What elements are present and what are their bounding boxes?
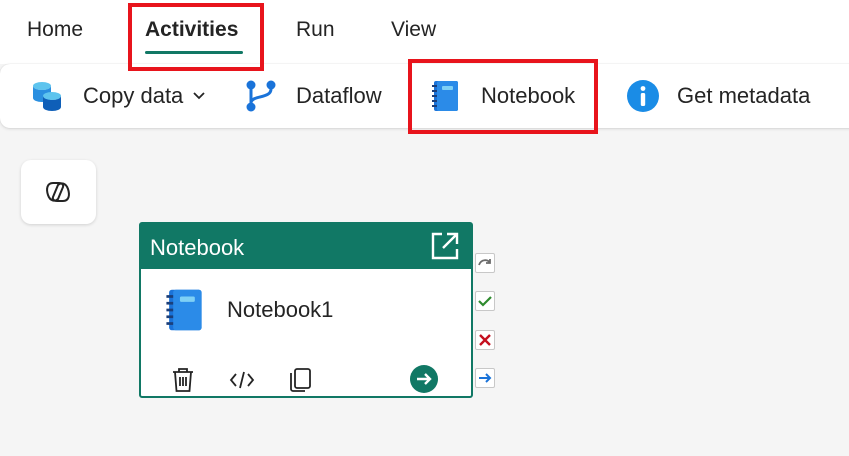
notebook-highlight-box (408, 59, 598, 134)
success-check-icon (478, 296, 492, 307)
copy-icon[interactable] (286, 366, 314, 394)
chevron-down-icon[interactable] (191, 88, 207, 104)
database-icon (33, 82, 61, 111)
dataflow-branch-icon (246, 80, 276, 112)
fail-x-icon (479, 334, 491, 346)
tab-home[interactable]: Home (27, 18, 83, 42)
dataflow-button[interactable]: Dataflow (244, 64, 382, 128)
card-title: Notebook (150, 235, 245, 260)
get-metadata-label: Get metadata (677, 83, 811, 108)
skip-port[interactable] (475, 253, 495, 273)
success-port[interactable] (475, 291, 495, 311)
skip-icon (478, 259, 491, 266)
open-external-icon[interactable] (429, 230, 461, 262)
dataflow-label: Dataflow (296, 83, 382, 108)
info-icon (627, 80, 659, 112)
copilot-button[interactable] (21, 160, 96, 224)
tab-view[interactable]: View (391, 18, 436, 42)
completion-port[interactable] (475, 368, 495, 388)
notebook-activity-card[interactable]: Notebook Notebook1 (139, 222, 473, 398)
copy-data-button[interactable]: Copy data (30, 64, 207, 128)
code-icon[interactable] (228, 366, 256, 394)
go-arrow-icon[interactable] (409, 364, 439, 394)
tab-run[interactable]: Run (296, 18, 335, 42)
fail-port[interactable] (475, 330, 495, 350)
get-metadata-button[interactable]: Get metadata (626, 64, 810, 128)
copilot-icon (46, 182, 70, 202)
delete-icon[interactable] (169, 366, 197, 394)
completion-arrow-icon (479, 373, 492, 383)
activities-highlight-box (128, 3, 264, 71)
card-header: Notebook (141, 224, 471, 269)
copy-data-label: Copy data (83, 83, 184, 108)
notebook-icon (166, 289, 202, 331)
activity-name: Notebook1 (227, 297, 334, 322)
